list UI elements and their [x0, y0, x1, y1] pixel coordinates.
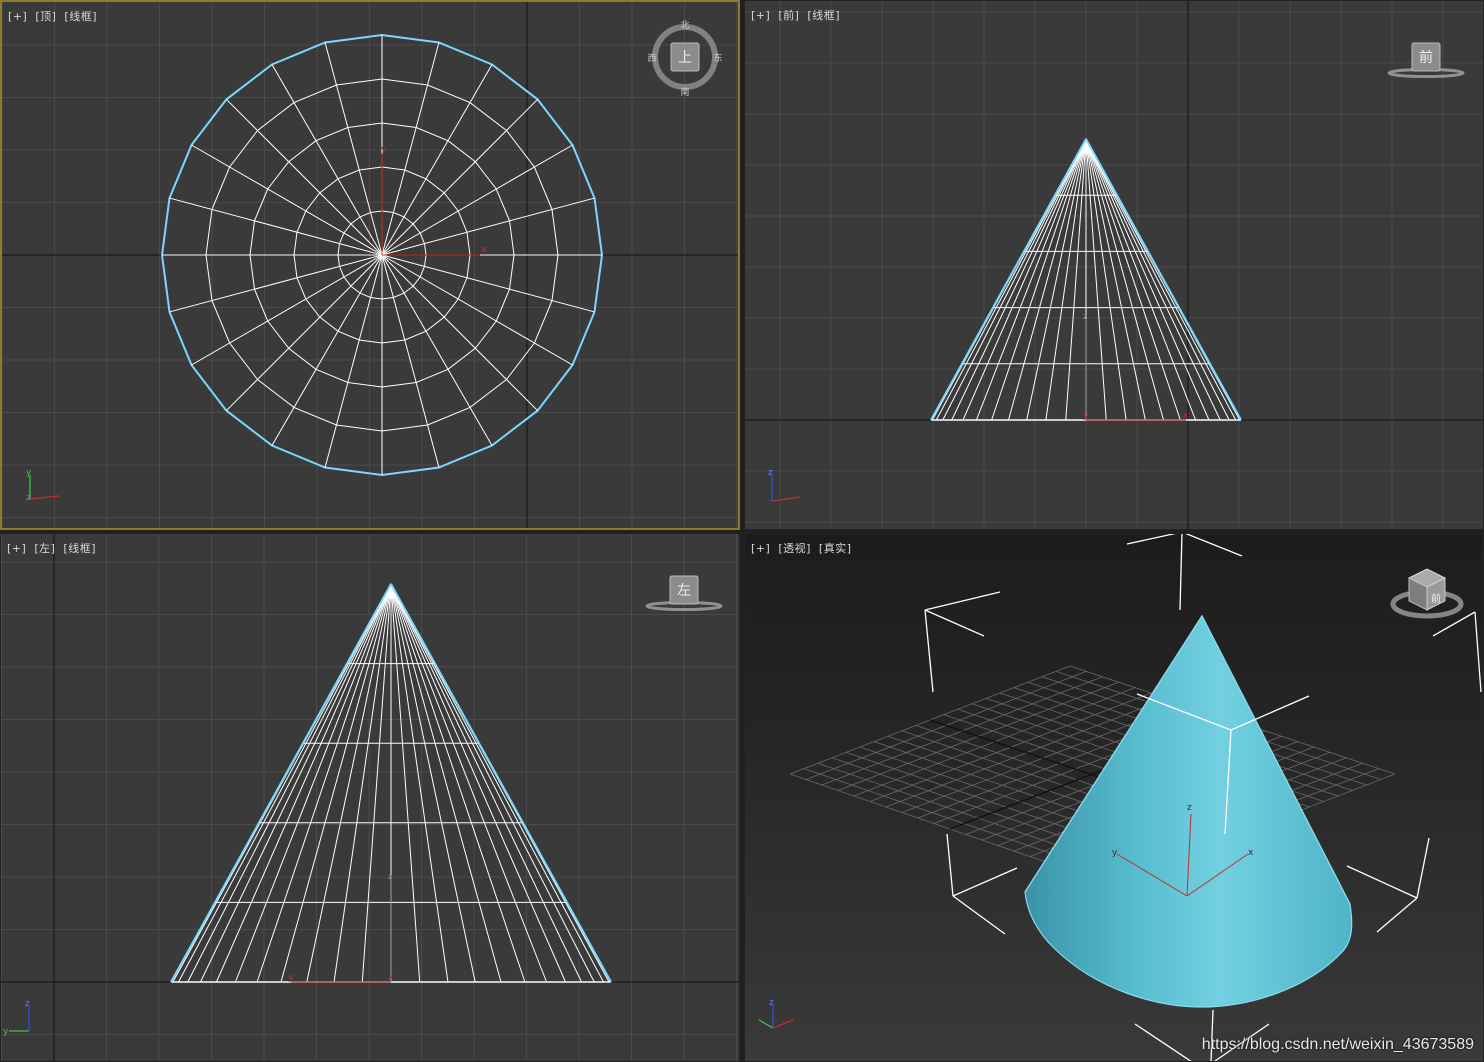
axis-tripod: z	[768, 468, 801, 502]
svg-text:y: y	[26, 468, 32, 478]
svg-text:y: y	[288, 973, 294, 983]
compass-north: 北	[680, 20, 689, 31]
viewport-label: [+] [左] [线框]	[7, 540, 96, 556]
svg-text:y: y	[1112, 848, 1118, 858]
viewcube[interactable]: 左	[645, 575, 723, 611]
pivot-gizmo: x y z	[1083, 312, 1189, 421]
top-view-scene[interactable]: x y y z 上 北 南 东 西	[2, 2, 738, 528]
pivot-gizmo: y x z	[288, 872, 394, 983]
perspective-view-scene[interactable]: z y x z 前	[745, 534, 1483, 1061]
svg-text:z: z	[1083, 312, 1087, 321]
front-view-scene[interactable]: x y z z 前	[745, 1, 1483, 529]
axis-tripod: z	[758, 998, 794, 1029]
viewport-left[interactable]: y x z z y 左 [+] [左] [线框]	[0, 533, 740, 1062]
svg-text:x: x	[388, 973, 394, 983]
viewport-menu-button[interactable]: [+]	[751, 542, 770, 555]
compass-east: 东	[713, 52, 722, 64]
axis-tripod: z y	[3, 999, 30, 1037]
shading-mode-button[interactable]: [线框]	[63, 542, 96, 555]
view-type-button[interactable]: [顶]	[35, 10, 56, 23]
shading-mode-button[interactable]: [线框]	[64, 10, 97, 23]
svg-text:y: y	[3, 1027, 9, 1037]
viewport-perspective[interactable]: z y x z 前 [+] [透视] [真实]	[744, 533, 1484, 1062]
svg-text:前: 前	[1431, 592, 1441, 605]
viewport-front[interactable]: x y z z 前 [+] [前] [线框]	[744, 0, 1484, 530]
svg-text:左: 左	[677, 583, 691, 599]
compass-west: 西	[647, 53, 656, 64]
svg-text:y: y	[381, 145, 387, 155]
view-type-button[interactable]: [左]	[34, 542, 55, 555]
svg-text:z: z	[1187, 803, 1192, 813]
viewport-label: [+] [前] [线框]	[751, 7, 840, 23]
shading-mode-button[interactable]: [线框]	[807, 9, 840, 22]
view-type-button[interactable]: [前]	[778, 9, 799, 22]
svg-text:前: 前	[1419, 49, 1433, 66]
viewcube[interactable]: 前	[1390, 568, 1464, 619]
svg-text:x: x	[1183, 411, 1189, 421]
svg-text:上: 上	[678, 50, 692, 66]
viewport-menu-button[interactable]: [+]	[7, 542, 26, 555]
viewport-menu-button[interactable]: [+]	[8, 10, 27, 23]
grid	[745, 1, 1483, 529]
viewport-top[interactable]: x y y z 上 北 南 东 西 [+] [顶] [线框]	[0, 0, 740, 530]
svg-text:z: z	[25, 999, 30, 1009]
svg-text:z: z	[769, 998, 774, 1008]
viewport-label: [+] [顶] [线框]	[8, 8, 97, 24]
view-type-button[interactable]: [透视]	[778, 542, 811, 555]
svg-text:x: x	[481, 245, 487, 255]
watermark-url: https://blog.csdn.net/weixin_43673589	[1201, 1036, 1474, 1053]
compass-south: 南	[680, 86, 689, 98]
svg-text:z: z	[26, 493, 31, 503]
svg-text:x: x	[1248, 848, 1254, 858]
viewport-label: [+] [透视] [真实]	[751, 540, 852, 556]
shading-mode-button[interactable]: [真实]	[819, 542, 852, 555]
viewport-menu-button[interactable]: [+]	[751, 9, 770, 22]
svg-text:z: z	[388, 872, 392, 881]
svg-text:y: y	[1083, 411, 1089, 421]
svg-text:z: z	[768, 468, 773, 478]
viewcube[interactable]: 前	[1387, 42, 1465, 78]
left-view-scene[interactable]: y x z z y 左	[1, 534, 739, 1061]
